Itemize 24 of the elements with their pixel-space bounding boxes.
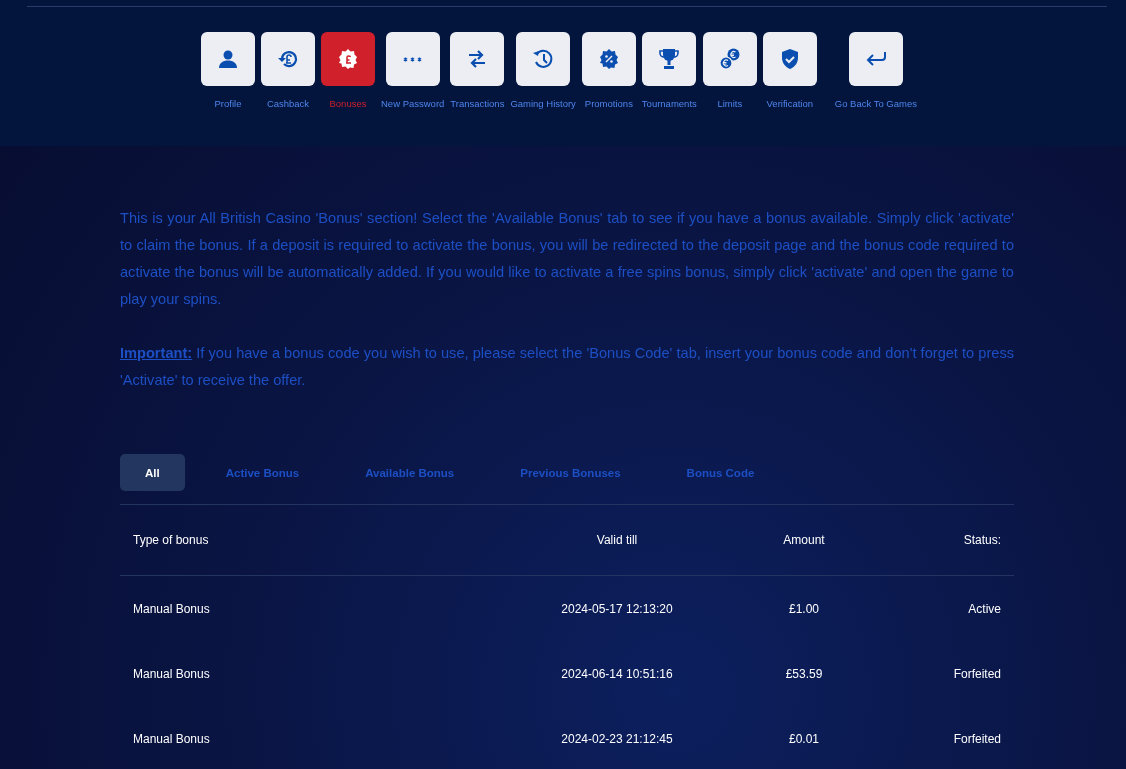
table-cell-text: 2024-02-23 21:12:45 <box>560 731 674 746</box>
column-header: Type of bonus <box>132 533 210 547</box>
bonus-badge-icon <box>336 47 360 71</box>
table-cell-text: £53.59 <box>784 666 824 681</box>
table-cell-text: 2024-05-17 12:13:20 <box>560 601 674 616</box>
table-cell-text: Forfeited <box>952 666 1001 681</box>
intro-paragraph: Important: If you have a bonus code you wish to use, please select the 'Bonus Code' tab, insert your bonus code and don't forget to press 'Activate' to receive the offer. <box>120 344 1014 390</box>
coins-icon <box>717 47 742 71</box>
table-cell-text: £1.00 <box>788 601 820 616</box>
account-menu-item[interactable]: Go Back To Games <box>834 32 917 109</box>
table-cell-text: Manual Bonus <box>132 666 211 681</box>
column-header: Status: <box>962 533 1001 547</box>
column-header: Valid till <box>595 533 639 547</box>
column-header: Amount <box>782 533 826 547</box>
table-cell-text: Manual Bonus <box>132 731 211 746</box>
table-cell-text: Active <box>967 601 1001 616</box>
table-cell-text: Forfeited <box>952 731 1001 746</box>
table-cell-text: 2024-06-14 10:51:16 <box>560 666 674 681</box>
password-dots-icon <box>403 56 423 62</box>
table-cell-text: £0.01 <box>788 731 820 746</box>
trophy-icon <box>657 47 682 71</box>
table-cell-text: Manual Bonus <box>132 601 211 616</box>
bonus-tab[interactable]: All <box>120 454 185 491</box>
intro-paragraph: This is your All British Casino 'Bonus' section! Select the 'Available Bonus' tab to see if you have a bonus available. Simply click 'activate' to claim the bonus. If a deposit is required to activate the bonus, you will be redirected to the deposit page and the bonus code required to activate the bonus will be automatically added. If you would like to activate a free spins bonus, simply click 'activate' and open the game to play your spins. <box>120 209 1014 309</box>
